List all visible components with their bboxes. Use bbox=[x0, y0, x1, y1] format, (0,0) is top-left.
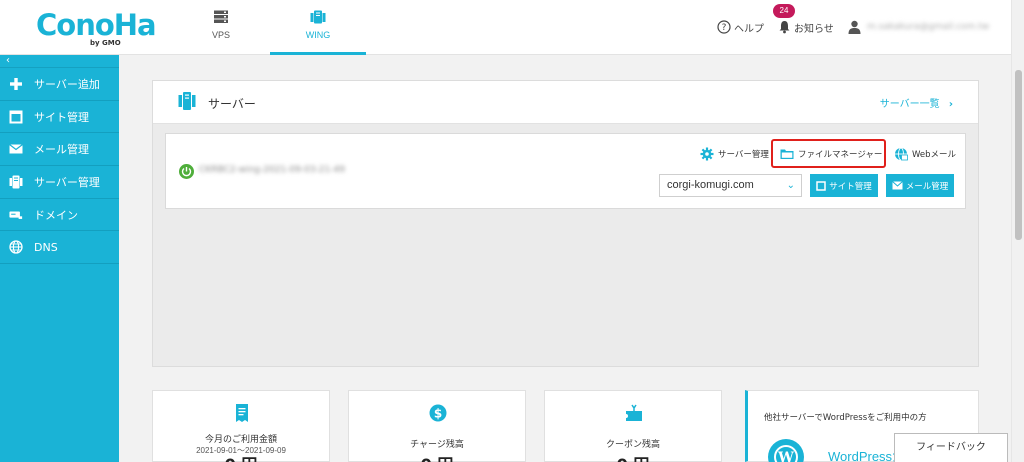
envelope-icon bbox=[891, 181, 903, 190]
wordpress-promo-text: 他社サーバーでWordPressをご利用中の方 bbox=[764, 413, 927, 423]
mail-management-button-label: メール管理 bbox=[905, 181, 949, 192]
server-name: CKRBC2-wing-2021-09-03-21-49 bbox=[199, 165, 345, 175]
receipt-icon bbox=[236, 404, 248, 422]
page-scrollbar[interactable] bbox=[1011, 0, 1024, 462]
logo-subtext: by GMO bbox=[90, 39, 121, 47]
coupon-balance-card: クーポン残高 0 円 bbox=[544, 390, 722, 462]
chevron-right-icon: › bbox=[948, 99, 953, 110]
sidebar-item-label: ドメイン bbox=[34, 208, 78, 222]
window-icon bbox=[816, 180, 826, 191]
svg-text:?: ? bbox=[722, 23, 727, 33]
server-card: CKRBC2-wing-2021-09-03-21-49 サーバー管理 ファイル… bbox=[165, 133, 966, 209]
sidebar: ‹ サーバー追加 サイト管理 メール管理 サーバー管理 ドメイン DNS bbox=[0, 55, 119, 462]
server-icon bbox=[178, 92, 196, 110]
domain-select-value: corgi-komugi.com bbox=[667, 179, 754, 191]
bell-icon bbox=[779, 21, 790, 34]
panel-title: サーバー bbox=[208, 97, 256, 111]
charge-balance-label: チャージ残高 bbox=[410, 440, 464, 450]
charge-balance-amount: 0 円 bbox=[349, 451, 525, 462]
gear-icon bbox=[700, 147, 714, 161]
wing-server-icon bbox=[310, 10, 326, 24]
webmail-label: Webメール bbox=[912, 150, 957, 160]
domain-icon bbox=[9, 208, 23, 222]
site-management-button[interactable]: サイト管理 bbox=[810, 174, 878, 197]
tab-wing-label: WING bbox=[305, 30, 331, 40]
server-list-label: サーバー一覧 bbox=[879, 99, 940, 110]
charge-balance-card: $ チャージ残高 0 円 bbox=[348, 390, 526, 462]
sidebar-item-dns[interactable]: DNS bbox=[0, 231, 119, 265]
server-icon bbox=[9, 175, 23, 189]
server-stack-icon bbox=[214, 10, 228, 23]
server-management-label: サーバー管理 bbox=[718, 150, 769, 160]
server-management-link[interactable]: サーバー管理 bbox=[700, 146, 769, 162]
plus-icon bbox=[9, 77, 23, 91]
notification-badge: 24 bbox=[773, 4, 795, 18]
sidebar-item-site-management[interactable]: サイト管理 bbox=[0, 101, 119, 134]
help-icon: ? bbox=[717, 20, 731, 34]
sidebar-item-domain[interactable]: ドメイン bbox=[0, 199, 119, 232]
power-icon bbox=[179, 164, 194, 179]
dollar-coin-icon: $ bbox=[429, 404, 447, 422]
site-management-button-label: サイト管理 bbox=[829, 181, 872, 192]
tab-wing[interactable]: WING bbox=[270, 0, 366, 55]
server-panel-header: サーバー サーバー一覧 › bbox=[153, 81, 978, 124]
sidebar-item-label: DNS bbox=[34, 240, 58, 254]
mail-management-button[interactable]: メール管理 bbox=[886, 174, 954, 197]
logo-text: ConoHa bbox=[36, 8, 157, 42]
coupon-icon bbox=[625, 404, 642, 421]
svg-text:W: W bbox=[777, 450, 794, 462]
chevron-left-icon: ‹ bbox=[6, 55, 10, 66]
chevron-down-icon: ⌄ bbox=[786, 180, 795, 191]
usage-card: 今月のご利用金額 2021-09-01～2021-09-09 0 円 bbox=[152, 390, 330, 462]
globe-icon bbox=[9, 240, 23, 254]
feedback-button[interactable]: フィードバック bbox=[894, 433, 1008, 462]
window-icon bbox=[9, 110, 23, 124]
highlight-box bbox=[771, 139, 886, 168]
usage-label: 今月のご利用金額 bbox=[204, 435, 277, 445]
server-panel: サーバー サーバー一覧 › CKRBC2-wing-2021-09-03-21-… bbox=[152, 80, 979, 367]
tab-vps-label: VPS bbox=[211, 30, 230, 40]
help-label: ヘルプ bbox=[734, 23, 764, 35]
user-menu[interactable]: m.sakakura@gmail.com.tw bbox=[848, 18, 989, 36]
coupon-balance-label: クーポン残高 bbox=[605, 440, 660, 450]
news-link[interactable]: お知らせ bbox=[778, 18, 834, 36]
domain-select[interactable]: corgi-komugi.com ⌄ bbox=[659, 174, 802, 197]
envelope-icon bbox=[9, 142, 23, 156]
sidebar-collapse-button[interactable]: ‹ bbox=[0, 55, 119, 68]
wordpress-icon: W bbox=[768, 439, 804, 462]
webmail-globe-icon bbox=[894, 147, 908, 161]
tab-vps[interactable]: VPS bbox=[173, 0, 269, 55]
sidebar-item-label: サーバー追加 bbox=[34, 77, 100, 91]
server-list-link[interactable]: サーバー一覧 › bbox=[880, 95, 953, 110]
svg-text:$: $ bbox=[434, 407, 442, 421]
user-icon bbox=[848, 20, 861, 34]
sidebar-item-mail-management[interactable]: メール管理 bbox=[0, 133, 119, 167]
webmail-link[interactable]: Webメール bbox=[894, 146, 956, 162]
help-link[interactable]: ? ヘルプ bbox=[717, 18, 764, 36]
sidebar-item-label: メール管理 bbox=[34, 143, 89, 157]
sidebar-item-label: サーバー管理 bbox=[34, 175, 100, 189]
news-label: お知らせ bbox=[794, 23, 834, 35]
top-header: ConoHa by GMO VPS WING ? ヘルプ 24 お知らせ m.s… bbox=[0, 0, 1024, 55]
sidebar-item-label: サイト管理 bbox=[34, 110, 89, 124]
sidebar-item-add-server[interactable]: サーバー追加 bbox=[0, 68, 119, 101]
user-email: m.sakakura@gmail.com.tw bbox=[867, 22, 990, 32]
conoha-logo[interactable]: ConoHa by GMO bbox=[36, 8, 157, 47]
usage-amount: 0 円 bbox=[153, 451, 329, 462]
sidebar-item-server-management[interactable]: サーバー管理 bbox=[0, 166, 119, 199]
scrollbar-thumb[interactable] bbox=[1015, 70, 1022, 240]
coupon-balance-amount: 0 円 bbox=[545, 451, 721, 462]
